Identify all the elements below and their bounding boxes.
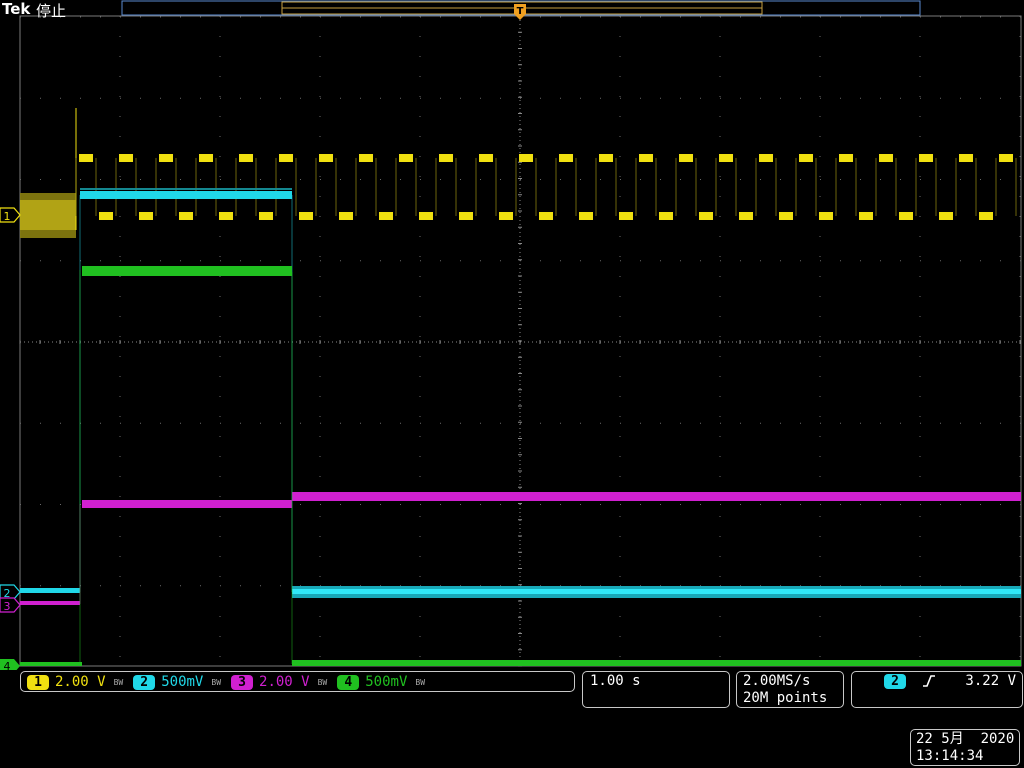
ch1-ground-marker[interactable]: 1 [0,207,21,223]
ch1-square-level [879,154,893,162]
ch1-square-level [79,154,93,162]
ch1-square-level [299,212,313,220]
trigger-position-glyph: T [517,6,524,17]
ch1-square-level [399,154,413,162]
ch1-square-level [739,212,753,220]
ch1-square-level [499,212,513,220]
ch1-square-level [959,154,973,162]
graticule-grid [19,15,1021,667]
svg-text:3: 3 [4,600,11,613]
ch1-square-level [139,212,153,220]
ch1-square-level [899,212,913,220]
sample-rate: 2.00MS/s [743,673,811,689]
waveform-display: T 1 2 3 4 [0,0,1022,670]
ch1-square-level [799,154,813,162]
run-state-label: 停止 [36,2,67,20]
rising-edge-icon [923,675,936,687]
ch1-square-level [559,154,573,162]
timebase-readout[interactable]: 1.00 s [582,671,730,708]
ch1-square-level [199,154,213,162]
ch1-bandwidth-icon: BW [113,677,124,687]
svg-text:1: 1 [4,210,11,223]
ch1-square-level [239,154,253,162]
ch1-square-level [219,212,233,220]
ch1-square-level [579,212,593,220]
svg-text:4: 4 [4,660,11,670]
ch1-square-level [939,212,953,220]
ch1-square-level [159,154,173,162]
ch3-ground-marker[interactable]: 3 [0,597,21,613]
trigger-source-badge[interactable]: 2 [884,673,906,689]
ch2-bandwidth-icon: BW [211,677,222,687]
date: 22 5月 2020 [916,731,1015,747]
ch1-square-level [259,212,273,220]
ch1-square-level [599,154,613,162]
ch2-badge[interactable]: 2 [133,674,156,690]
ch1-scale: 2.00 V [55,674,106,690]
ch1-square-level [319,154,333,162]
trigger-readout[interactable]: 2 3.22 V [851,671,1023,708]
ch4-bandwidth-icon: BW [415,677,426,687]
ch1-square-level [339,212,353,220]
ch1-square-level [859,212,873,220]
trigger-level: 3.22 V [965,673,1016,689]
ch1-square-level [779,212,793,220]
ch1-square-level [279,154,293,162]
ch1-square-level [419,212,433,220]
timebase-scale: 1.00 s [590,673,641,689]
datetime-readout: 22 5月 2020 13:14:34 [910,729,1020,766]
ch1-square-level [439,154,453,162]
ch3-bandwidth-icon: BW [317,677,328,687]
ch1-square-level [759,154,773,162]
vertical-scale-readout[interactable]: 1 2.00 V BW 2 500mV BW 3 2.00 V BW 4 500mV BW [20,671,575,692]
brand-logo: Tek [2,0,31,18]
ch1-square-level [979,212,993,220]
time: 13:14:34 [916,748,984,764]
ch1-square-level [839,154,853,162]
ch4-badge[interactable]: 4 [337,674,360,690]
ch4-scale: 500mV [365,674,408,690]
ch1-square-level [619,212,633,220]
ch1-square-level [519,154,533,162]
ch4-waveform [20,266,1021,666]
ch1-square-level [459,212,473,220]
ch1-square-level [719,154,733,162]
ch1-badge[interactable]: 1 [27,674,49,690]
trigger-position-marker[interactable]: T [514,4,526,20]
ch3-badge[interactable]: 3 [231,674,254,690]
ch3-scale: 2.00 V [259,674,310,690]
ch1-square-level [659,212,673,220]
record-length: 20M points [743,690,828,706]
ch1-square-level [179,212,193,220]
ch4-ground-marker[interactable]: 4 [0,659,20,670]
ch1-square-level [919,154,933,162]
ch1-square-level [699,212,713,220]
ch1-square-level [99,212,113,220]
acquisition-readout[interactable]: 2.00MS/s 20M points [736,671,844,708]
ch1-square-level [819,212,833,220]
ch1-square-level [379,212,393,220]
ch1-square-level [539,212,553,220]
ch1-square-level [479,154,493,162]
ch1-square-level [359,154,373,162]
ch1-square-level [679,154,693,162]
ch1-square-level [639,154,653,162]
ch1-waveform [20,108,1017,238]
ch1-square-level [999,154,1013,162]
ch1-square-level [119,154,133,162]
ch2-scale: 500mV [161,674,204,690]
